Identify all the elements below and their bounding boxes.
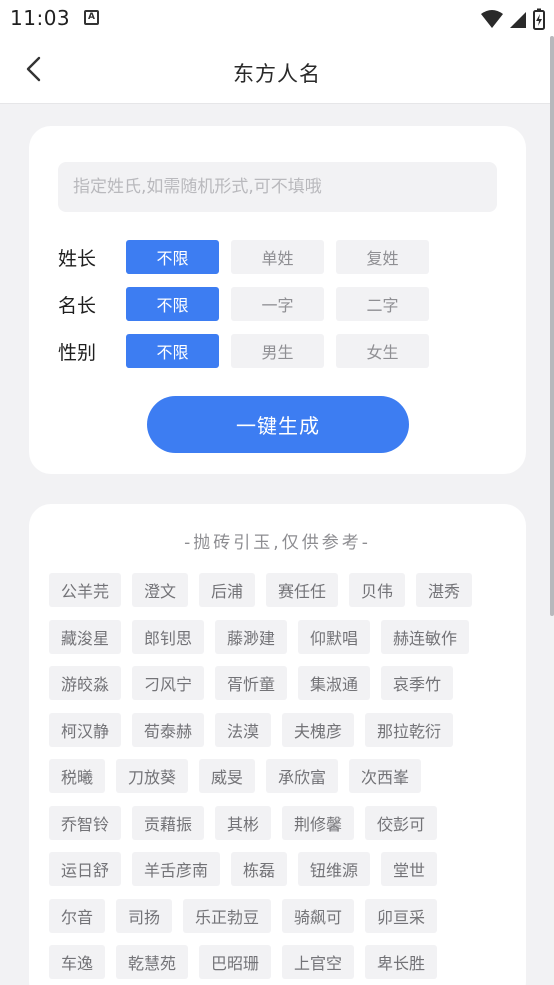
given-name-length-any-button[interactable]: 不限 bbox=[126, 287, 219, 321]
name-chip[interactable]: 卑长胜 bbox=[365, 945, 438, 979]
name-chip[interactable]: 郎钊思 bbox=[132, 619, 205, 654]
name-chip[interactable]: 法漠 bbox=[215, 712, 272, 747]
name-chip[interactable]: 贡藉振 bbox=[132, 805, 205, 840]
name-chip[interactable]: 钮维源 bbox=[298, 852, 371, 886]
name-chip[interactable]: 尔音 bbox=[49, 898, 106, 933]
name-chip[interactable]: 荀泰赫 bbox=[132, 712, 205, 747]
surname-length-compound-button[interactable]: 复姓 bbox=[336, 240, 429, 274]
name-chip[interactable]: 赫连敏作 bbox=[381, 619, 470, 654]
name-chip[interactable]: 次西峯 bbox=[349, 759, 422, 793]
name-chip[interactable]: 夫槐彦 bbox=[282, 712, 355, 747]
name-chip[interactable]: 栋磊 bbox=[231, 852, 288, 886]
name-chip[interactable]: 游皎淼 bbox=[49, 666, 122, 700]
results-caption: -抛砖引玉,仅供参考- bbox=[184, 533, 371, 553]
results-card: -抛砖引玉,仅供参考- 公羊芫 澄文 后浦 赛任任 贝伟 湛秀藏浚星 郎钊思 藤渺建 仰默唱 赫连… bbox=[29, 504, 526, 985]
name-chip[interactable]: 运日舒 bbox=[49, 852, 122, 886]
name-chip[interactable]: 堂世 bbox=[381, 852, 438, 886]
page-title: 东方人名 bbox=[233, 62, 321, 86]
battery-icon bbox=[533, 8, 545, 30]
given-name-length-label: 名长 bbox=[58, 294, 97, 317]
surname-length-any-button[interactable]: 不限 bbox=[126, 240, 219, 274]
name-chip[interactable]: 刀放葵 bbox=[116, 759, 189, 793]
name-chip[interactable]: 乐正勃豆 bbox=[183, 898, 272, 933]
name-chip[interactable]: 贝伟 bbox=[349, 573, 406, 607]
name-chip[interactable]: 藏浚星 bbox=[49, 619, 122, 654]
name-chip[interactable]: 佼彭可 bbox=[365, 805, 438, 840]
gender-male-button[interactable]: 男生 bbox=[231, 334, 324, 368]
surname-length-label: 姓长 bbox=[58, 247, 97, 270]
notification-icon: A bbox=[84, 10, 99, 25]
generator-card: 姓长 不限 单姓 复姓 名长 不限 一字 二字 性别 不限 男生 女生 一键生成 bbox=[29, 126, 526, 474]
given-name-length-two-button[interactable]: 二字 bbox=[336, 287, 429, 321]
name-chip[interactable]: 湛秀 bbox=[416, 573, 473, 607]
gender-female-button[interactable]: 女生 bbox=[336, 334, 429, 368]
name-chip[interactable]: 胥忻童 bbox=[215, 666, 288, 700]
app-bar: 东方人名 bbox=[0, 36, 554, 104]
name-chip[interactable]: 骑飙可 bbox=[282, 898, 355, 933]
name-chip[interactable]: 上官空 bbox=[282, 945, 355, 979]
scrollbar[interactable] bbox=[550, 36, 554, 616]
name-chip[interactable]: 后浦 bbox=[199, 573, 256, 607]
name-chip[interactable]: 乔智铃 bbox=[49, 805, 122, 840]
name-chip[interactable]: 集淑通 bbox=[298, 666, 371, 700]
gender-row: 性别 不限 男生 女生 bbox=[58, 334, 441, 368]
status-icons bbox=[480, 8, 546, 30]
status-bar: 11:03 A bbox=[0, 0, 554, 36]
generate-button[interactable]: 一键生成 bbox=[147, 396, 409, 453]
given-name-length-row: 名长 不限 一字 二字 bbox=[58, 287, 441, 321]
wifi-icon bbox=[481, 10, 503, 28]
status-time: 11:03 bbox=[10, 6, 71, 30]
name-chip[interactable]: 巴昭珊 bbox=[199, 945, 272, 979]
gender-any-button[interactable]: 不限 bbox=[126, 334, 219, 368]
name-chip[interactable]: 羊舌彦南 bbox=[132, 852, 221, 886]
name-chip[interactable]: 车逸 bbox=[49, 945, 106, 979]
gender-label: 性别 bbox=[58, 341, 97, 364]
name-chip[interactable]: 哀季竹 bbox=[381, 666, 454, 700]
name-chip[interactable]: 司扬 bbox=[116, 898, 173, 933]
name-chip[interactable]: 那拉乾衍 bbox=[365, 712, 454, 747]
name-chip[interactable]: 柯汉静 bbox=[49, 712, 122, 747]
name-chip[interactable]: 承欣富 bbox=[266, 759, 339, 793]
signal-icon bbox=[510, 12, 526, 28]
name-chip[interactable]: 乾慧苑 bbox=[116, 945, 189, 979]
name-chip[interactable]: 刁风宁 bbox=[132, 666, 205, 700]
name-chip[interactable]: 仰默唱 bbox=[298, 619, 371, 654]
name-chip[interactable]: 荆修馨 bbox=[282, 805, 355, 840]
name-chip[interactable]: 公羊芫 bbox=[49, 573, 122, 607]
name-chip[interactable]: 澄文 bbox=[132, 573, 189, 607]
name-chip[interactable]: 藤渺建 bbox=[215, 619, 288, 654]
name-chip[interactable]: 其彬 bbox=[215, 805, 272, 840]
surname-length-single-button[interactable]: 单姓 bbox=[231, 240, 324, 274]
name-chip[interactable]: 威旻 bbox=[199, 759, 256, 793]
given-name-length-one-button[interactable]: 一字 bbox=[231, 287, 324, 321]
surname-input[interactable] bbox=[58, 162, 497, 212]
name-chip[interactable]: 税曦 bbox=[49, 759, 106, 793]
name-chip[interactable]: 赛任任 bbox=[266, 573, 339, 607]
name-chip[interactable]: 卯亘采 bbox=[365, 898, 438, 933]
surname-length-row: 姓长 不限 单姓 复姓 bbox=[58, 240, 441, 274]
